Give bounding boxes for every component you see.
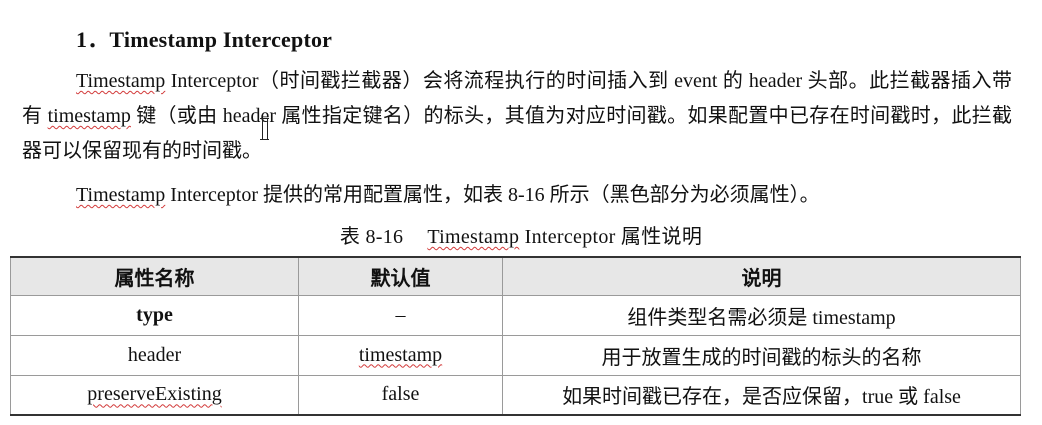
term-timestamp: Timestamp xyxy=(76,70,166,92)
document-page: 1．Timestamp Interceptor Timestamp Interc… xyxy=(0,0,1042,425)
table-header-row: 属性名称 默认值 说明 xyxy=(10,256,1021,296)
header-description: 说明 xyxy=(502,256,1021,296)
header-default-value: 默认值 xyxy=(298,256,503,296)
default-value-text: timestamp xyxy=(358,343,443,366)
section-heading: 1．Timestamp Interceptor xyxy=(76,27,333,52)
paragraph-text: Interceptor 提供的常用配置属性，如表 8-16 所示（黑色部分为必须… xyxy=(165,184,820,206)
cell-description: 组件类型名需必须是 timestamp xyxy=(502,294,1021,336)
property-name-text: preserveExisting xyxy=(87,383,222,406)
term-timestamp-key: timestamp xyxy=(47,105,131,127)
caption-text: Interceptor 属性说明 xyxy=(519,226,703,248)
description-text: 组件类型名需必须是 timestamp xyxy=(627,306,896,329)
header-property-name: 属性名称 xyxy=(10,256,299,296)
cell-property: preserveExisting xyxy=(10,374,299,416)
table-caption: 表 8-16 Timestamp Interceptor 属性说明 xyxy=(0,220,1042,249)
cell-property: type xyxy=(10,294,299,336)
properties-table: 属性名称 默认值 说明 type – 组件类型名需必须是 timestamp h… xyxy=(10,256,1021,416)
cell-default: false xyxy=(298,374,503,416)
table-row: preserveExisting false 如果时间戳已存在，是否应保留，tr… xyxy=(10,374,1021,416)
config-paragraph: Timestamp Interceptor 提供的常用配置属性，如表 8-16 … xyxy=(22,178,1022,213)
intro-paragraph: Timestamp Interceptor（时间戳拦截器）会将流程执行的时间插入… xyxy=(22,64,1012,169)
cell-property: header xyxy=(10,334,299,376)
caption-term: Timestamp xyxy=(427,226,520,248)
table-number: 表 8-16 xyxy=(339,226,404,248)
cell-default: – xyxy=(298,294,503,336)
table-row: header timestamp 用于放置生成的时间戳的标头的名称 xyxy=(10,334,1021,376)
table-row: type – 组件类型名需必须是 timestamp xyxy=(10,294,1021,336)
cell-description: 用于放置生成的时间戳的标头的名称 xyxy=(502,334,1021,376)
paragraph-text-part2: 键（或由 header 属性指定键名）的标头，其值为对应时间戳。如果配置中已存在… xyxy=(22,105,1012,162)
cell-description: 如果时间戳已存在，是否应保留，true 或 false xyxy=(502,374,1021,416)
cell-default: timestamp xyxy=(298,334,503,376)
term-timestamp: Timestamp xyxy=(76,184,166,206)
